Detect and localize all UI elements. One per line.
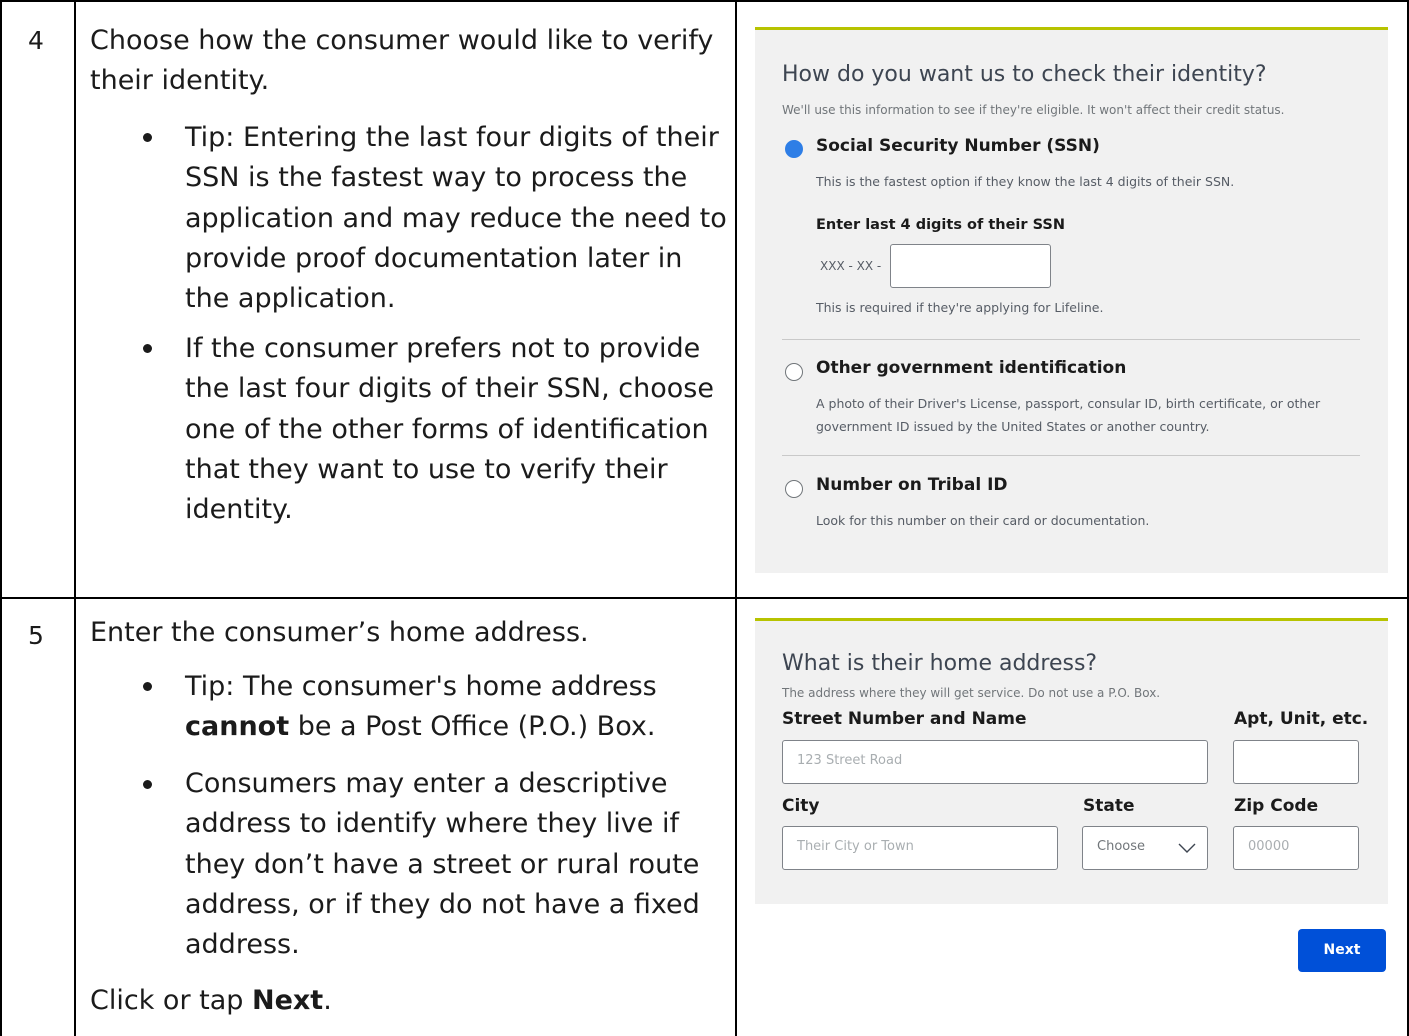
bullet-icon <box>143 133 152 142</box>
click-instruction-part: Click or tap <box>90 985 252 1016</box>
table-border-left <box>0 0 2 1036</box>
state-label: State <box>1083 796 1135 816</box>
ssn-option-description: This is the fastest option if they know … <box>816 174 1235 189</box>
chevron-down-icon <box>1178 843 1196 853</box>
tribal-id-option-label[interactable]: Number on Tribal ID <box>816 475 1008 495</box>
tip-text-part: Tip: The consumer's home address <box>185 671 657 702</box>
street-label: Street Number and Name <box>782 709 1027 729</box>
ssn-radio[interactable] <box>785 140 803 158</box>
tip-text: Consumers may enter a descriptive addres… <box>185 768 700 961</box>
option-divider <box>782 455 1360 456</box>
other-id-radio[interactable] <box>785 363 803 381</box>
tip-text-emphasis: cannot <box>185 711 290 743</box>
ssn-hint: This is required if they're applying for… <box>816 300 1104 315</box>
other-id-option-description: A photo of their Driver's License, passp… <box>816 396 1321 434</box>
click-instruction: Click or tap Next. <box>90 981 332 1021</box>
city-label: City <box>782 796 820 816</box>
identity-check-panel: How do you want us to check their identi… <box>755 27 1388 573</box>
city-input[interactable]: Their City or Town <box>782 826 1058 870</box>
click-instruction-emphasis: Next <box>251 985 324 1016</box>
step-instruction: Enter the consumer’s home address. <box>90 617 589 648</box>
tip-text-part: be a Post Office (P.O.) Box. <box>289 711 656 743</box>
state-selected-value: Choose <box>1097 839 1145 854</box>
zip-input[interactable]: 00000 <box>1233 826 1359 870</box>
ssn-prefix: XXX - XX - <box>820 259 882 273</box>
option-divider <box>782 339 1360 340</box>
other-id-option-label[interactable]: Other government identification <box>816 358 1126 378</box>
table-border-middle <box>0 597 1409 599</box>
table-divider-image-col <box>735 0 737 1036</box>
apt-label: Apt, Unit, etc. <box>1234 709 1369 729</box>
ssn-last4-input[interactable] <box>890 244 1051 288</box>
ssn-option-label[interactable]: Social Security Number (SSN) <box>816 136 1100 156</box>
zip-label: Zip Code <box>1234 796 1319 816</box>
home-address-panel: What is their home address? The address … <box>755 618 1388 904</box>
next-button[interactable]: Next <box>1298 929 1386 972</box>
tip-text: Tip: The consumer's home address cannot … <box>185 667 730 748</box>
panel-title: What is their home address? <box>782 651 1098 676</box>
street-input[interactable]: 123 Street Road <box>782 740 1208 784</box>
tribal-id-radio[interactable] <box>785 480 803 498</box>
panel-subtitle: We'll use this information to see if the… <box>782 103 1285 117</box>
step-number: 5 <box>28 621 44 650</box>
panel-subtitle: The address where they will get service.… <box>782 686 1161 700</box>
table-divider-number-col <box>74 0 76 1036</box>
zip-placeholder: 00000 <box>1248 839 1290 854</box>
click-instruction-part: . <box>323 985 332 1016</box>
bullet-icon <box>143 344 152 353</box>
tip-text: Tip: Entering the last four digits of th… <box>185 122 727 315</box>
state-select[interactable]: Choose <box>1082 826 1208 870</box>
street-placeholder: 123 Street Road <box>797 753 903 768</box>
apt-input[interactable] <box>1233 740 1359 784</box>
step-instruction: Choose how the consumer would like to ve… <box>90 25 714 96</box>
step-number: 4 <box>28 26 44 55</box>
tip-text: If the consumer prefers not to provide t… <box>185 333 714 526</box>
panel-title: How do you want us to check their identi… <box>782 62 1267 87</box>
bullet-icon <box>143 780 152 789</box>
ssn-field-label: Enter last 4 digits of their SSN <box>816 217 1065 233</box>
city-placeholder: Their City or Town <box>797 839 914 854</box>
table-border-top <box>0 0 1409 2</box>
bullet-icon <box>143 682 152 691</box>
tribal-id-option-description: Look for this number on their card or do… <box>816 513 1150 528</box>
